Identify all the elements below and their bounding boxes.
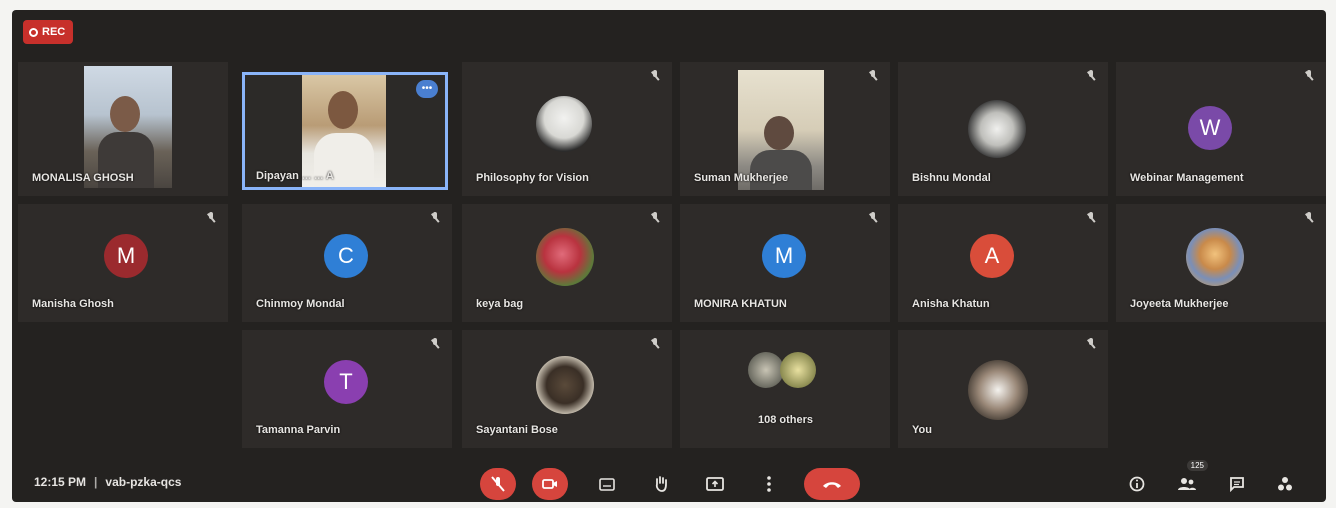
- record-icon: [29, 27, 38, 37]
- participant-tile[interactable]: Suman Mukherjee: [680, 62, 890, 196]
- participant-tile[interactable]: MONALISA GHOSH: [18, 62, 228, 196]
- participant-tile[interactable]: keya bag: [462, 204, 672, 322]
- participant-tile-self[interactable]: You: [898, 330, 1108, 448]
- meeting-screen: REC MONALISA GHOSH ••• Dipayan ... ... A…: [12, 10, 1326, 502]
- more-options-badge[interactable]: •••: [416, 80, 438, 98]
- participant-avatar-photo: [536, 356, 594, 414]
- participant-name: Dipayan ... ... A: [256, 170, 334, 182]
- present-icon: [706, 477, 724, 491]
- participant-name: Suman Mukherjee: [694, 172, 789, 184]
- participant-name: keya bag: [476, 298, 524, 310]
- muted-mic-icon: [1304, 70, 1314, 82]
- more-options-button[interactable]: [754, 468, 784, 500]
- muted-mic-icon: [868, 212, 878, 224]
- participant-tile[interactable]: C Chinmoy Mondal: [242, 204, 452, 322]
- muted-mic-icon: [1086, 212, 1096, 224]
- camera-toggle-button[interactable]: [532, 468, 568, 500]
- participant-tile[interactable]: Sayantani Bose: [462, 330, 672, 448]
- participant-tile[interactable]: A Anisha Khatun: [898, 204, 1108, 322]
- muted-mic-icon: [1304, 212, 1314, 224]
- muted-mic-icon: [1086, 70, 1096, 82]
- participant-tile[interactable]: Bishnu Mondal: [898, 62, 1108, 196]
- participant-name: Manisha Ghosh: [32, 298, 114, 310]
- activities-button[interactable]: [1270, 468, 1300, 500]
- muted-mic-icon: [650, 212, 660, 224]
- muted-mic-icon: [206, 212, 216, 224]
- participant-tile-active[interactable]: ••• Dipayan ... ... A: [242, 72, 448, 190]
- participant-name: Joyeeta Mukherjee: [1130, 298, 1229, 310]
- participant-name: Sayantani Bose: [476, 424, 558, 436]
- participant-initial-avatar: A: [970, 234, 1014, 278]
- participant-initial-avatar: W: [1188, 106, 1232, 150]
- separator: |: [94, 475, 98, 489]
- participant-name: Webinar Management: [1130, 172, 1244, 184]
- participant-name: MONALISA GHOSH: [32, 172, 134, 184]
- people-count-badge: 125: [1186, 460, 1208, 471]
- participant-initial-avatar: T: [324, 360, 368, 404]
- mic-off-icon: [491, 476, 505, 492]
- participant-avatar-photo: [536, 228, 594, 286]
- participant-tile[interactable]: W Webinar Management: [1116, 62, 1326, 196]
- hand-icon: [655, 476, 667, 492]
- participant-avatar-photo: [968, 100, 1026, 158]
- meeting-info: 12:15 PM | vab-pzka-qcs: [34, 475, 181, 489]
- activities-icon: [1278, 477, 1292, 491]
- participant-avatar-photo: [748, 352, 784, 388]
- muted-mic-icon: [650, 338, 660, 350]
- meeting-code: vab-pzka-qcs: [105, 475, 182, 489]
- participant-avatar-photo: [1186, 228, 1244, 286]
- more-vert-icon: [767, 476, 771, 492]
- participant-name: MONIRA KHATUN: [694, 298, 787, 310]
- muted-mic-icon: [430, 212, 440, 224]
- participant-avatar-photo: [536, 96, 592, 152]
- info-icon: [1129, 476, 1145, 492]
- participant-name: Chinmoy Mondal: [256, 298, 345, 310]
- participant-initial-avatar: C: [324, 234, 368, 278]
- leave-call-button[interactable]: [804, 468, 860, 500]
- muted-mic-icon: [1086, 338, 1096, 350]
- participant-initial-avatar: M: [104, 234, 148, 278]
- chat-icon: [1230, 477, 1244, 492]
- participant-name: Anisha Khatun: [912, 298, 990, 310]
- recording-label: REC: [42, 26, 66, 38]
- participant-avatar-photo: [780, 352, 816, 388]
- participant-tile[interactable]: M Manisha Ghosh: [18, 204, 228, 322]
- participant-tile[interactable]: Philosophy for Vision: [462, 62, 672, 196]
- participant-tile[interactable]: M MONIRA KHATUN: [680, 204, 890, 322]
- participant-avatar-photo: [968, 360, 1028, 420]
- camera-off-icon: [542, 479, 557, 489]
- participant-tile[interactable]: T Tamanna Parvin: [242, 330, 452, 448]
- participant-name: Philosophy for Vision: [476, 172, 589, 184]
- raise-hand-button[interactable]: [646, 468, 676, 500]
- captions-button[interactable]: [592, 468, 622, 500]
- muted-mic-icon: [650, 70, 660, 82]
- muted-mic-icon: [868, 70, 878, 82]
- captions-icon: [599, 477, 615, 491]
- participant-name: You: [912, 424, 932, 436]
- hang-up-icon: [823, 482, 841, 488]
- present-screen-button[interactable]: [700, 468, 730, 500]
- participant-name: Tamanna Parvin: [256, 424, 341, 436]
- recording-indicator: REC: [23, 20, 74, 44]
- meeting-controls-bar: 12:15 PM | vab-pzka-qcs 125: [12, 460, 1326, 502]
- meeting-time: 12:15 PM: [34, 475, 87, 489]
- participant-name: Bishnu Mondal: [912, 172, 991, 184]
- mic-toggle-button[interactable]: [480, 468, 516, 500]
- others-count: 108 others: [758, 414, 814, 426]
- participant-tile[interactable]: Joyeeta Mukherjee: [1116, 204, 1326, 322]
- people-icon: [1178, 478, 1196, 490]
- participant-initial-avatar: M: [762, 234, 806, 278]
- muted-mic-icon: [430, 338, 440, 350]
- people-button[interactable]: 125: [1172, 460, 1208, 500]
- chat-button[interactable]: [1222, 468, 1252, 500]
- participant-tile[interactable]: 108 others: [680, 330, 890, 448]
- meeting-details-button[interactable]: [1122, 468, 1152, 500]
- participant-video: [84, 66, 172, 188]
